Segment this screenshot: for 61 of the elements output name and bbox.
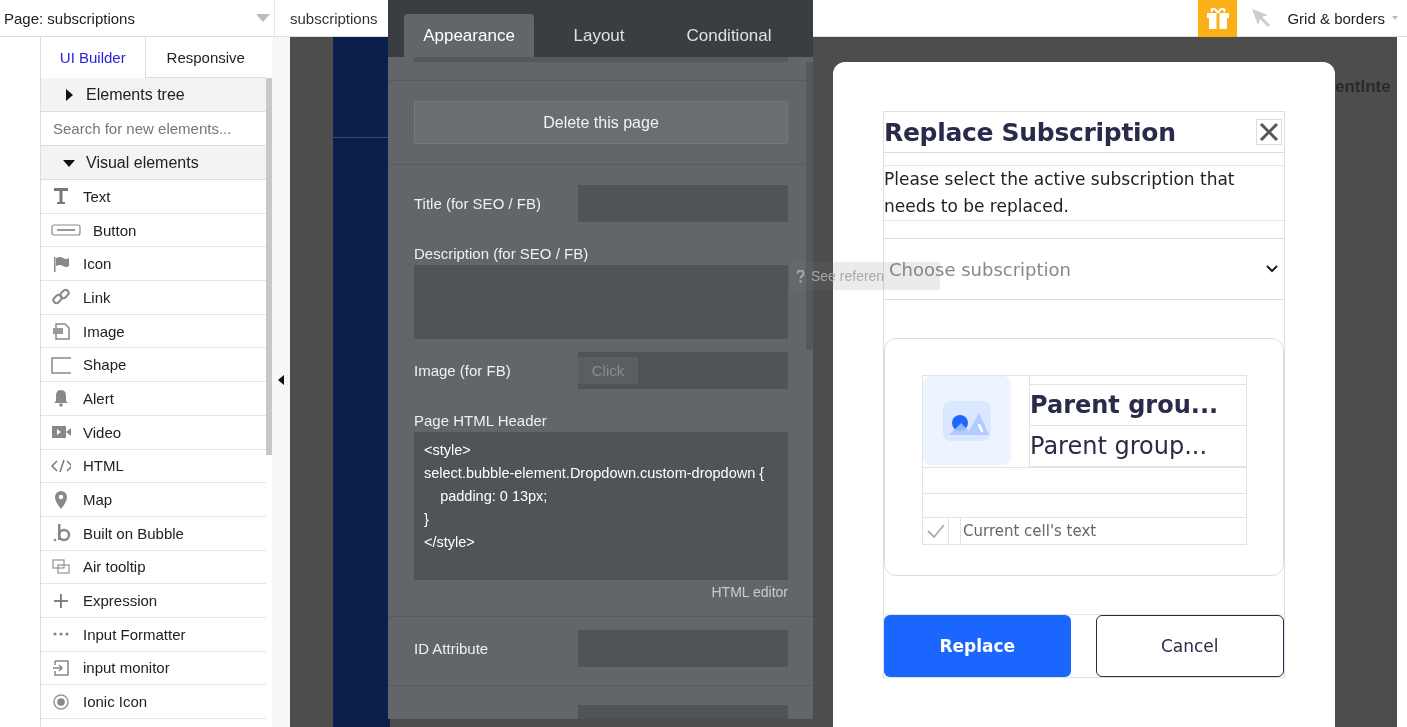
element-list-item[interactable]: Link — [41, 281, 266, 315]
element-list-item[interactable]: Image — [41, 314, 266, 349]
element-list-item[interactable]: Map — [41, 483, 266, 517]
element-list-item[interactable]: Built on Bubble — [41, 516, 266, 551]
checkbox-label: Current cell's text — [963, 522, 1097, 540]
gift-button[interactable] — [1198, 0, 1238, 37]
html-editor-link[interactable]: HTML editor — [711, 584, 788, 600]
section-label: Elements tree — [86, 85, 185, 104]
section-label: Visual elements — [86, 153, 199, 172]
field-label: Description (for SEO / FB) — [414, 245, 590, 262]
panel-tab[interactable]: Layout — [534, 14, 664, 57]
image-icon — [51, 321, 71, 342]
element-list-item[interactable]: Shape — [41, 348, 266, 383]
card-subtitle: Parent group... — [1030, 426, 1246, 467]
field-label: ID Attribute — [414, 640, 489, 657]
text-icon — [51, 186, 71, 207]
panel-tab[interactable]: Appearance — [404, 14, 534, 57]
field-label: Page HTML Header — [414, 412, 548, 429]
triangle-icon — [63, 88, 75, 101]
element-list-item[interactable]: Ionic Icon — [41, 685, 266, 719]
sidebar-tab[interactable]: Responsive — [144, 37, 266, 78]
caret-icon — [256, 14, 270, 22]
card-title: Parent grou... — [1030, 385, 1246, 426]
panel-tab[interactable]: Conditional — [664, 14, 794, 57]
cancel-button[interactable]: Cancel — [1095, 615, 1284, 677]
element-list-item[interactable]: Text — [41, 180, 266, 214]
view-menu[interactable]: Grid & borders — [1287, 9, 1385, 27]
field-label: Image (for FB) — [414, 362, 511, 379]
delete-page-button[interactable]: Delete this page — [414, 101, 788, 144]
dots-icon — [51, 631, 71, 638]
modal-description: Please select the active subscription that needs to be replaced. — [884, 165, 1284, 221]
page-name: subscriptions — [290, 9, 378, 27]
element-list-item[interactable]: Air tooltip — [41, 550, 266, 585]
b-logo-icon — [51, 523, 71, 544]
element-list-item[interactable]: input monitor — [41, 651, 266, 686]
collapse-icon[interactable] — [278, 375, 284, 385]
chevron-icon — [1266, 265, 1278, 273]
replace-button[interactable]: Replace — [884, 615, 1071, 677]
field-label: Title (for SEO / FB) — [414, 195, 541, 212]
element-list-item[interactable]: Button — [41, 213, 266, 248]
code-editor[interactable]: <style> select.bubble-element.Dropdown.custom-dropdown { padding: 0 13px; } </style> — [414, 432, 788, 580]
subscription-dropdown[interactable]: Choose subscription — [884, 238, 1284, 300]
help-icon — [796, 269, 805, 283]
element-list-item[interactable]: Icon — [41, 247, 266, 282]
tooltip-icon — [51, 556, 71, 577]
scrollbar-thumb[interactable] — [266, 78, 272, 455]
radio-icon — [51, 691, 71, 712]
scrollbar[interactable] — [806, 62, 813, 350]
element-list-item[interactable]: Video — [41, 415, 266, 450]
image-icon — [941, 398, 993, 443]
elements-tree-header[interactable]: Elements tree — [41, 78, 266, 112]
cursor-icon[interactable] — [1250, 7, 1273, 29]
element-list-item[interactable]: Alert — [41, 382, 266, 416]
modal-title: Replace Subscription — [884, 117, 1176, 147]
visual-elements-header[interactable]: Visual elements — [41, 146, 266, 180]
close-icon[interactable] — [1256, 119, 1282, 145]
page-selector[interactable]: Page: subscriptions — [0, 0, 275, 36]
input-icon — [51, 657, 71, 678]
gift-icon — [1204, 6, 1231, 30]
caret-icon — [1392, 16, 1398, 20]
checkmark-icon — [925, 523, 946, 539]
